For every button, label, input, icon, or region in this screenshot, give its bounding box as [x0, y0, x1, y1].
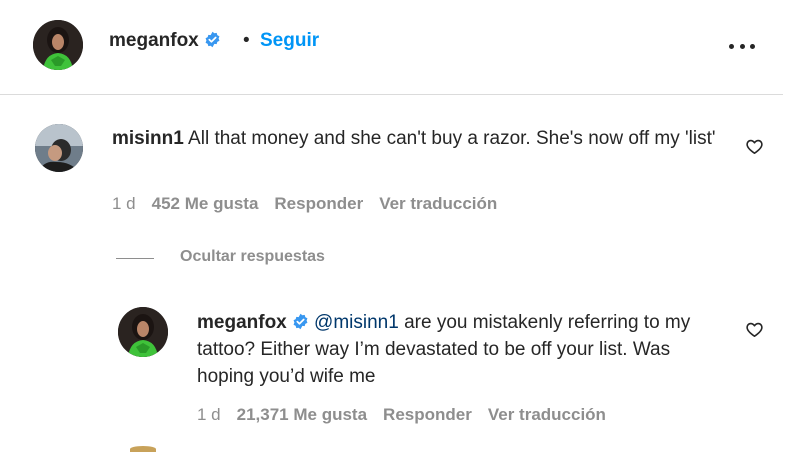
post-author-username[interactable]: meganfox [109, 30, 221, 52]
reply-time[interactable]: 1 d [197, 405, 221, 425]
verified-badge-icon [205, 31, 220, 48]
comment-text: All that money and she can't buy a razor… [188, 128, 716, 149]
reply-translate-button[interactable]: Ver traducción [488, 405, 606, 425]
follow-button[interactable]: Seguir [260, 30, 319, 52]
reply-mention-link[interactable]: @misinn1 [314, 312, 399, 333]
more-options-icon[interactable] [729, 43, 755, 49]
commenter-username[interactable]: misinn1 [112, 128, 184, 149]
comment-meta: 1 d 452 Me gusta Responder Ver traducción [112, 194, 513, 214]
reply-body: meganfox @misinn1 are you mistakenly ref… [197, 309, 725, 390]
heart-icon[interactable] [745, 137, 764, 156]
comment-likes[interactable]: 452 Me gusta [152, 194, 259, 214]
hide-replies-button[interactable]: Ocultar respuestas [180, 248, 325, 266]
reply-reply-button[interactable]: Responder [383, 405, 472, 425]
replies-line [116, 258, 154, 259]
commenter-avatar[interactable] [35, 124, 83, 172]
translate-button[interactable]: Ver traducción [379, 194, 497, 214]
heart-icon[interactable] [745, 320, 764, 339]
comment-time[interactable]: 1 d [112, 194, 136, 214]
header-separator: • [243, 30, 250, 51]
reply-meta: 1 d 21,371 Me gusta Responder Ver traducció… [197, 405, 622, 425]
reply-button[interactable]: Responder [274, 194, 363, 214]
post-author-avatar[interactable] [33, 20, 83, 70]
reply-author-avatar[interactable] [118, 307, 168, 357]
comment-body: misinn1 All that money and she can't buy… [112, 125, 727, 152]
next-comment-avatar [130, 446, 156, 452]
reply-likes[interactable]: 21,371 Me gusta [237, 405, 367, 425]
reply-username[interactable]: meganfox [197, 312, 309, 333]
verified-badge-icon [293, 313, 308, 330]
header-divider [0, 94, 783, 95]
